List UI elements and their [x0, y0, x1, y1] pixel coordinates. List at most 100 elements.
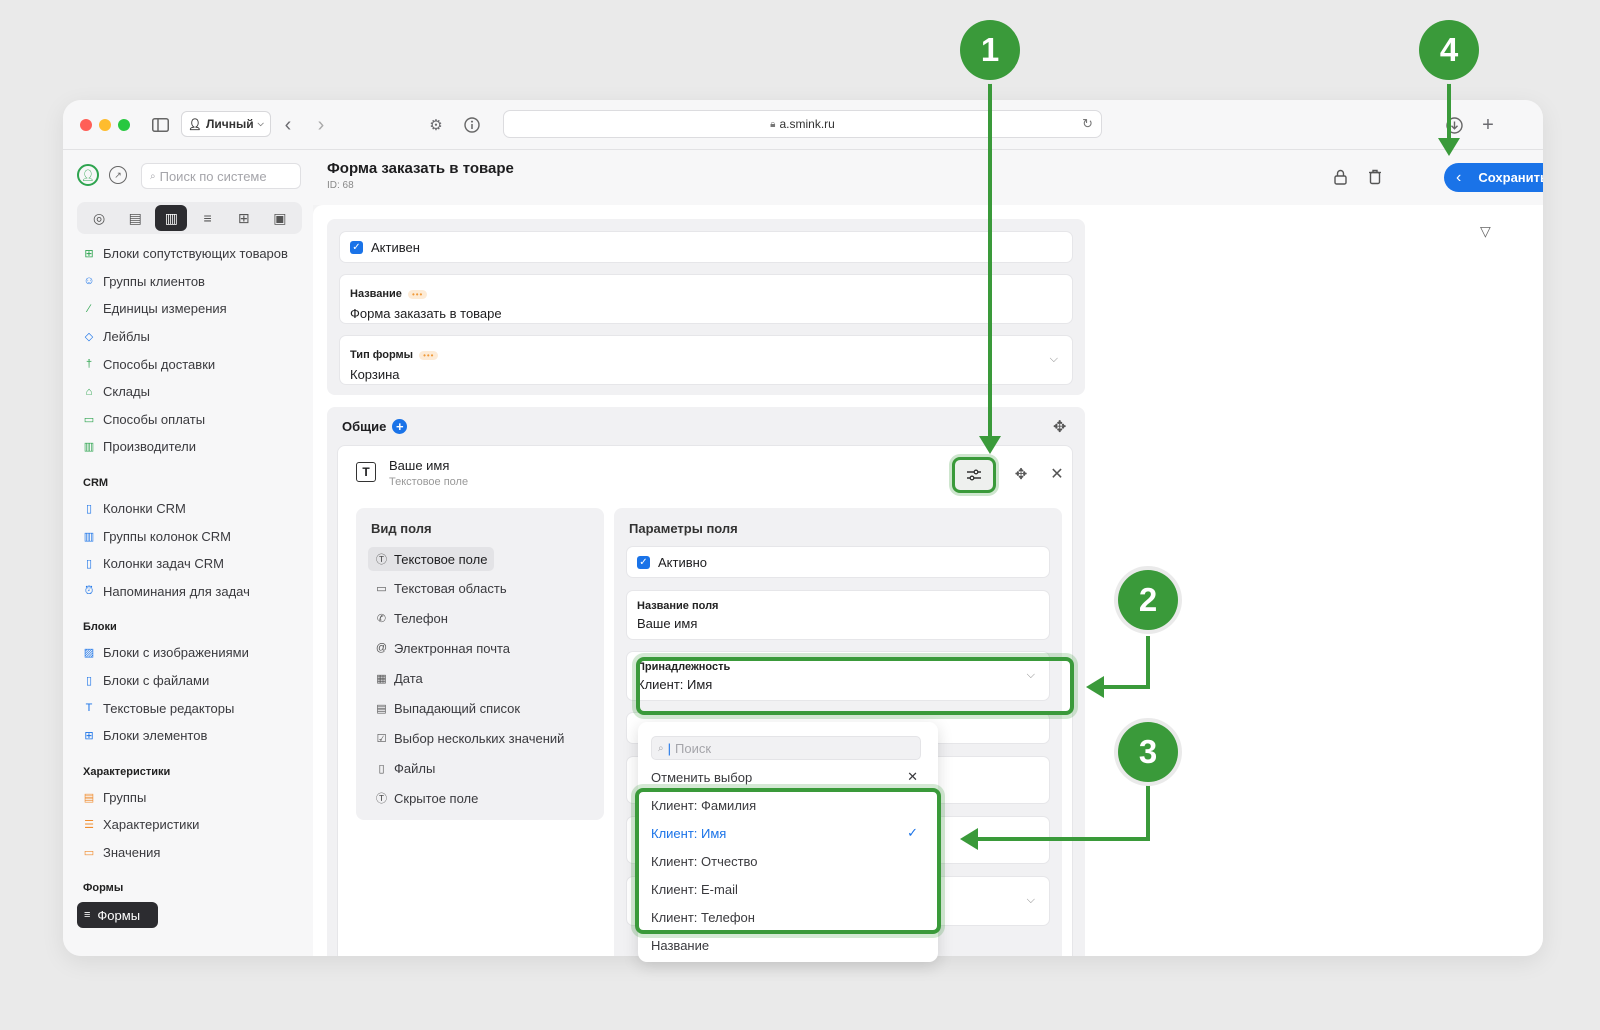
doc-icon: ▤: [83, 791, 95, 804]
sliders-icon[interactable]: ≡: [192, 205, 224, 231]
grid-icon: ⊞: [84, 248, 94, 261]
minimize-window-button[interactable]: [99, 119, 111, 131]
forward-icon[interactable]: ›: [310, 114, 332, 136]
field-settings-button[interactable]: [952, 457, 996, 493]
text-field-icon: Ⓣ: [376, 554, 387, 566]
sidebar-item-label: Колонки задач CRM: [103, 556, 224, 572]
info-icon[interactable]: [461, 114, 483, 136]
chevron-down-icon: ⌵: [257, 119, 264, 128]
field-type-option[interactable]: ✆ Телефон: [368, 606, 455, 630]
plus-square-icon[interactable]: ⊞: [228, 205, 260, 231]
field-type-option[interactable]: @ Электронная почта: [368, 636, 517, 660]
sidebar-toggle-icon[interactable]: [149, 114, 171, 136]
add-field-icon[interactable]: +: [392, 419, 408, 434]
sidebar-item-label: Группы: [103, 789, 147, 805]
sidebar-item[interactable]: ▯ Колонки задач CRM: [83, 550, 313, 578]
catalog-icon[interactable]: ▤: [119, 205, 151, 231]
textarea-icon: ▭: [376, 582, 387, 595]
field-type-option[interactable]: ▤ Выпадающий список: [368, 696, 527, 720]
field-type-option[interactable]: ▭ Текстовая область: [368, 576, 514, 600]
lock-icon: 🔒︎: [770, 118, 776, 130]
active-label: Активен: [371, 239, 420, 255]
gear-icon[interactable]: ⚙: [425, 114, 447, 136]
page-id: ID: 68: [327, 180, 354, 191]
paint-roller-icon[interactable]: ▣: [264, 205, 296, 231]
sidebar-item[interactable]: ⏰︎ Напоминания для задач: [83, 578, 313, 606]
field-title: Ваше имя: [389, 458, 450, 473]
field-type-title: Вид поля: [371, 521, 432, 536]
chevron-down-icon: ⌵: [1049, 353, 1058, 365]
field-type-option[interactable]: Ⓣ Текстовое поле: [368, 547, 495, 571]
sidebar-item[interactable]: ▤ Группы: [83, 784, 313, 812]
external-link-icon[interactable]: ↗: [109, 166, 127, 184]
field-type-option[interactable]: ▦ Дата: [368, 666, 430, 690]
dropdown-option-label: Название: [651, 937, 710, 953]
sidebar-item[interactable]: ☰ Характеристики: [83, 811, 313, 839]
zoom-window-button[interactable]: [118, 119, 130, 131]
close-icon[interactable]: ✕: [907, 769, 918, 785]
sidebar-item[interactable]: ▯ Колонки CRM: [83, 495, 313, 523]
user-avatar-icon[interactable]: 👤︎: [77, 164, 99, 186]
highlight-client-options: [635, 788, 941, 934]
sidebar-item[interactable]: ▥ Производители: [83, 433, 313, 461]
sidebar-item-forms[interactable]: ≡ Формы: [77, 902, 158, 928]
field-type-option[interactable]: ▯ Файлы: [368, 756, 442, 780]
sidebar-item[interactable]: T Текстовые редакторы: [83, 694, 313, 722]
active-checkbox-row[interactable]: ✓ Активен: [339, 231, 1073, 263]
name-field[interactable]: Название ••• Форма заказать в товаре: [339, 274, 1073, 324]
dropdown-option[interactable]: Название: [651, 934, 926, 956]
clear-selection-label: Отменить выбор: [651, 769, 753, 785]
clear-selection-option[interactable]: Отменить выбор ✕: [651, 766, 926, 788]
form-type-select[interactable]: Тип формы ••• Корзина ⌵: [339, 335, 1073, 385]
field-type-option[interactable]: Ⓣ Скрытое поле: [368, 786, 485, 810]
sidebar-item[interactable]: ◇ Лейблы: [83, 323, 313, 351]
close-window-button[interactable]: [80, 119, 92, 131]
sidebar-item[interactable]: ▭ Значения: [83, 839, 313, 867]
new-tab-icon[interactable]: +: [1477, 114, 1499, 136]
checkbox-checked-icon[interactable]: ✓: [637, 555, 650, 569]
field-type-panel: Вид поля Ⓣ Текстовое поле ▭ Текстовая обла…: [356, 508, 604, 820]
sidebar-item[interactable]: † Способы доставки: [83, 350, 313, 378]
more-dots-icon[interactable]: •••: [419, 351, 439, 360]
field-type-label: Выпадающий список: [394, 700, 521, 716]
close-icon[interactable]: ✕: [1044, 461, 1070, 487]
sidebar-item[interactable]: ⌂ Склады: [83, 378, 313, 406]
back-icon[interactable]: ‹: [277, 114, 299, 136]
card-icon: ▭: [83, 413, 95, 426]
sidebar-item[interactable]: ⊞ Блоки элементов: [83, 722, 313, 750]
profile-button[interactable]: 👤︎ Личный ⌵: [181, 111, 271, 137]
tag-icon: ◇: [84, 331, 94, 344]
chevron-down-icon: ⌵: [1026, 894, 1035, 906]
form-type-value: Корзина: [350, 367, 400, 382]
drag-section-icon[interactable]: ✥: [1053, 417, 1066, 437]
address-bar[interactable]: 🔒︎ a.smink.ru ↻: [503, 110, 1102, 138]
more-dots-icon[interactable]: •••: [407, 290, 428, 299]
sidebar-item[interactable]: ⊞ Блоки сопутствующих товаров: [83, 240, 313, 268]
section-heading-characteristics: Характеристики: [83, 765, 171, 778]
text-icon: T: [85, 702, 93, 715]
sidebar-item[interactable]: ▭ Способы оплаты: [83, 406, 313, 434]
filter-icon[interactable]: ▽: [1480, 223, 1491, 240]
sidebar-item[interactable]: ▥ Группы колонок CRM: [83, 522, 313, 550]
book-icon[interactable]: ▥: [155, 205, 188, 231]
sidebar-item[interactable]: ∕ Единицы измерения: [83, 295, 313, 323]
download-icon[interactable]: [1443, 114, 1465, 136]
field-name-input[interactable]: Название поля Ваше имя: [626, 590, 1050, 640]
field-type-option[interactable]: ☑ Выбор нескольких значений: [368, 726, 571, 750]
sidebar-item-label: Текстовые редакторы: [103, 700, 235, 716]
lock-icon[interactable]: [1330, 167, 1350, 187]
sidebar-item[interactable]: ▨ Блоки с изображениями: [83, 639, 313, 667]
sidebar-item[interactable]: ☺ Группы клиентов: [83, 268, 313, 296]
sidebar-item[interactable]: ▯ Блоки с файлами: [83, 667, 313, 695]
dashboard-icon[interactable]: ◎: [83, 205, 115, 231]
field-active-checkbox[interactable]: ✓ Активно: [626, 546, 1050, 578]
drag-handle-icon[interactable]: ✥: [1008, 461, 1034, 487]
reload-icon[interactable]: ↻: [1082, 116, 1093, 132]
system-search-input[interactable]: ⌕ Поиск по системе: [141, 163, 301, 189]
dropdown-search-input[interactable]: ⌕ | Поиск: [651, 736, 921, 760]
sidebar-tabs: ◎ ▤ ▥ ≡ ⊞ ▣: [77, 202, 302, 234]
trash-icon[interactable]: [1365, 167, 1385, 187]
sidebar-item-label: Склады: [103, 384, 150, 400]
checkbox-checked-icon[interactable]: ✓: [350, 240, 363, 254]
save-button[interactable]: ‹ Сохранить +: [1444, 163, 1543, 192]
